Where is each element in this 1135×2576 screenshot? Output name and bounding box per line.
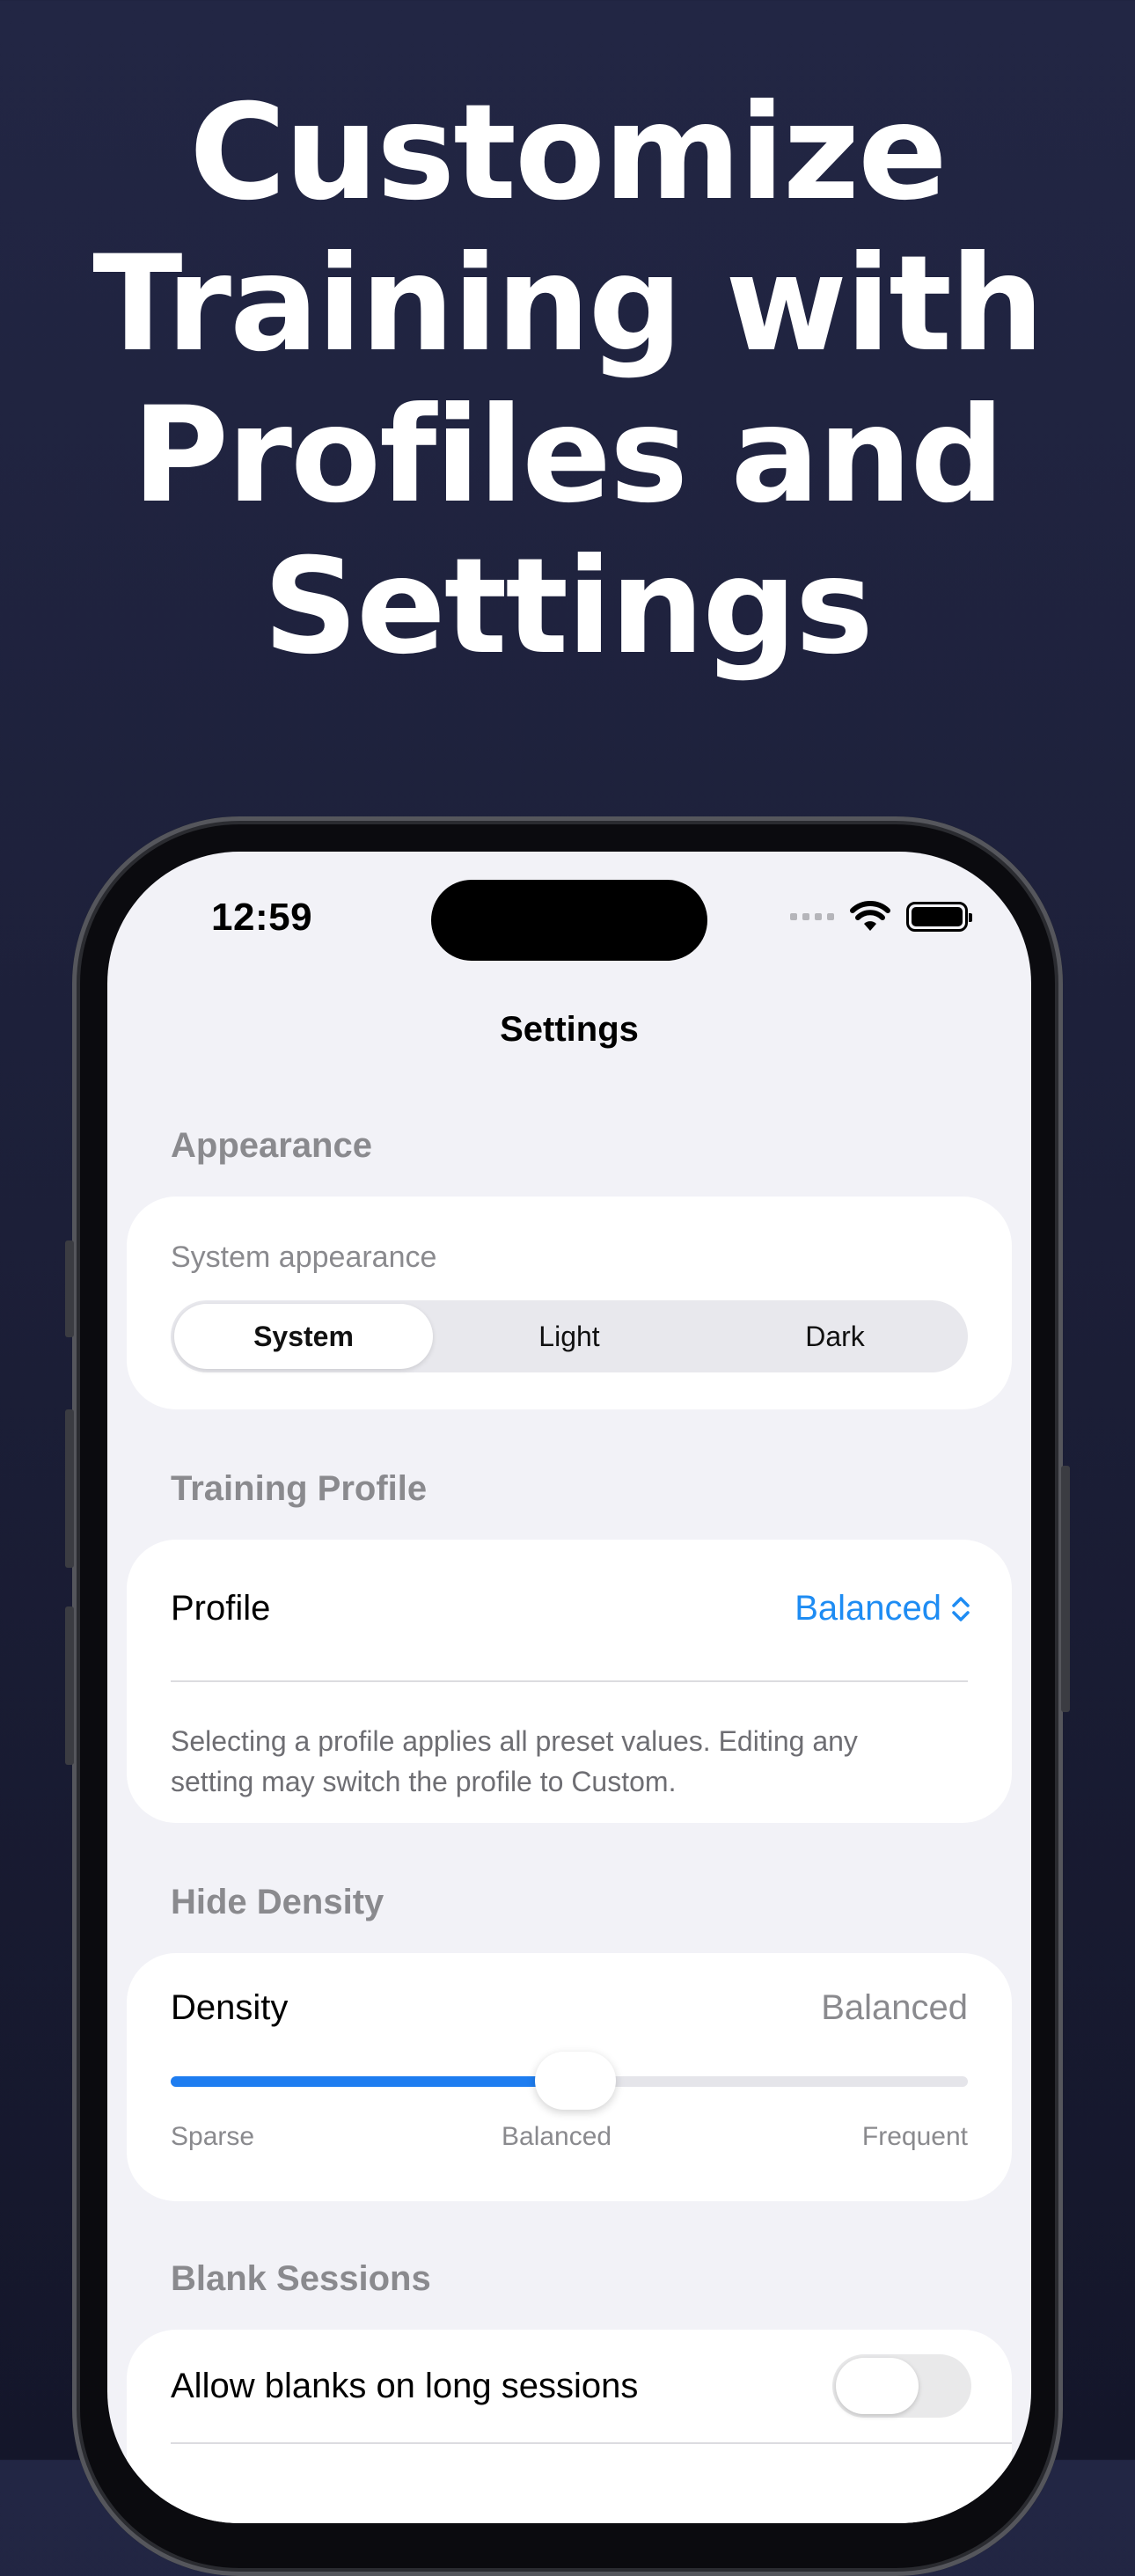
appearance-card: System appearance System Light Dark xyxy=(127,1197,1012,1409)
appearance-segmented-control[interactable]: System Light Dark xyxy=(171,1300,968,1372)
profile-footnote-line-2: setting may switch the profile to Custom… xyxy=(171,1766,677,1797)
headline: Customize Training with Profiles and Set… xyxy=(0,77,1135,683)
blank-sessions-card: Allow blanks on long sessions xyxy=(127,2330,1012,2523)
phone-action-button xyxy=(65,1240,74,1337)
density-tick-frequent: Frequent xyxy=(861,2122,968,2151)
hide-density-card: Density Balanced Sparse Balanced Frequen… xyxy=(127,1953,1012,2201)
allow-blanks-toggle-knob xyxy=(836,2358,919,2414)
allow-blanks-row-label: Allow blanks on long sessions xyxy=(171,2367,639,2405)
nav-title: Settings xyxy=(500,1010,639,1049)
wifi-icon xyxy=(850,901,890,931)
density-slider-thumb[interactable] xyxy=(534,2052,616,2110)
profile-footnote-line-1: Selecting a profile applies all preset v… xyxy=(171,1725,858,1757)
profile-row-label: Profile xyxy=(171,1589,271,1628)
allow-blanks-toggle[interactable] xyxy=(832,2354,971,2418)
profile-picker-value: Balanced xyxy=(794,1589,941,1628)
blank-sessions-divider xyxy=(171,2442,1012,2444)
battery-icon xyxy=(906,902,972,932)
profile-footnote: Selecting a profile applies all preset v… xyxy=(171,1721,858,1802)
density-row-label: Density xyxy=(171,1988,289,2027)
headline-line-1: Customize xyxy=(189,77,948,230)
dynamic-island xyxy=(431,880,707,961)
density-value: Balanced xyxy=(821,1988,968,2027)
status-icons xyxy=(790,901,972,933)
phone-volume-up-button xyxy=(65,1409,74,1568)
phone-screen: 12:59 Settings Appearance System appeara… xyxy=(107,852,1031,2523)
chevron-up-down-icon xyxy=(952,1596,970,1621)
phone-power-button xyxy=(1061,1466,1070,1712)
segment-system[interactable]: System xyxy=(174,1304,433,1369)
section-header-training-profile: Training Profile xyxy=(171,1469,428,1508)
system-appearance-label: System appearance xyxy=(171,1240,437,1274)
profile-divider xyxy=(171,1680,968,1682)
status-time: 12:59 xyxy=(211,896,313,939)
training-profile-card: Profile Balanced Selecting a profile app… xyxy=(127,1540,1012,1823)
density-tick-sparse: Sparse xyxy=(171,2122,255,2151)
section-header-hide-density: Hide Density xyxy=(171,1883,384,1921)
section-header-appearance: Appearance xyxy=(171,1126,372,1165)
section-header-blank-sessions: Blank Sessions xyxy=(171,2259,431,2298)
segment-light[interactable]: Light xyxy=(440,1304,699,1369)
density-tick-balanced: Balanced xyxy=(502,2122,612,2151)
headline-line-2: Training with xyxy=(92,228,1044,381)
headline-line-4: Settings xyxy=(262,531,874,684)
headline-line-3: Profiles and xyxy=(132,379,1005,532)
density-slider[interactable] xyxy=(171,2052,968,2110)
phone-volume-down-button xyxy=(65,1606,74,1765)
profile-picker[interactable]: Balanced xyxy=(794,1589,971,1628)
segment-dark[interactable]: Dark xyxy=(706,1304,964,1369)
cellular-signal-icon xyxy=(790,913,834,920)
density-slider-fill xyxy=(171,2076,546,2087)
